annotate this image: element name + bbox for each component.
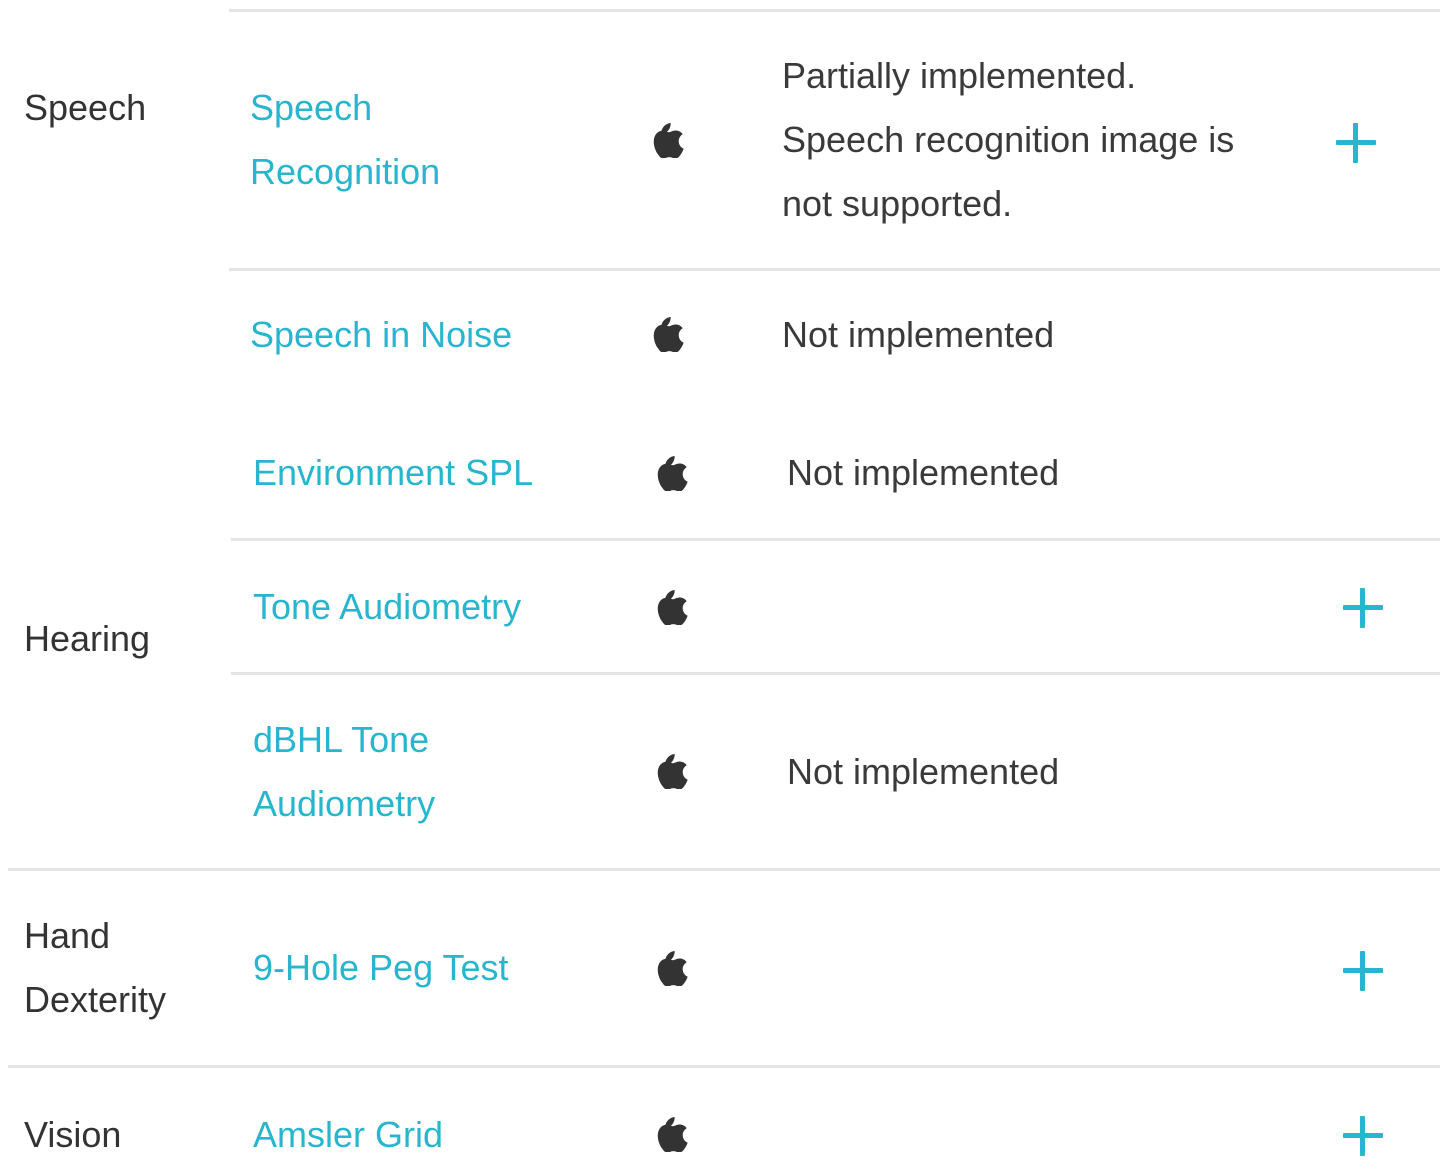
expand-button[interactable] (1336, 123, 1376, 163)
category-hand-dexterity: Hand Dexterity (24, 915, 167, 1020)
status-text: Not implemented (787, 751, 1060, 792)
status-text: Not implemented (782, 314, 1055, 355)
status-text: Not implemented (787, 452, 1060, 493)
apple-icon (656, 1116, 688, 1152)
apple-icon (652, 122, 684, 158)
expand-button[interactable] (1343, 1116, 1383, 1156)
row-divider (229, 268, 1440, 271)
task-link-9-hole-peg-test[interactable]: 9-Hole Peg Test (253, 936, 593, 1000)
apple-icon (656, 589, 688, 625)
task-link-tone-audiometry[interactable]: Tone Audiometry (253, 575, 593, 639)
task-link-dbhl-tone-audiometry[interactable]: dBHL Tone Audiometry (253, 708, 483, 836)
task-link-environment-spl[interactable]: Environment SPL (253, 441, 593, 505)
category-speech: Speech (24, 87, 147, 128)
category-vision: Vision (24, 1114, 122, 1155)
status-text: Partially implemented. Speech recognitio… (782, 55, 1235, 224)
task-link-amsler-grid[interactable]: Amsler Grid (253, 1103, 593, 1167)
task-link-speech-in-noise[interactable]: Speech in Noise (250, 303, 590, 367)
category-hearing: Hearing (24, 618, 151, 659)
row-divider (231, 672, 1440, 675)
category-divider (8, 1065, 1440, 1068)
category-divider (8, 868, 1440, 871)
active-tasks-table: Speech Hearing Hand Dexterity Vision Spe… (0, 0, 1440, 1157)
row-divider (231, 538, 1440, 541)
apple-icon (652, 316, 684, 352)
task-link-speech-recognition[interactable]: Speech Recognition (250, 76, 480, 204)
apple-icon (656, 455, 688, 491)
expand-button[interactable] (1343, 951, 1383, 991)
apple-icon (656, 753, 688, 789)
row-divider (229, 9, 1440, 12)
apple-icon (656, 950, 688, 986)
expand-button[interactable] (1343, 588, 1383, 628)
